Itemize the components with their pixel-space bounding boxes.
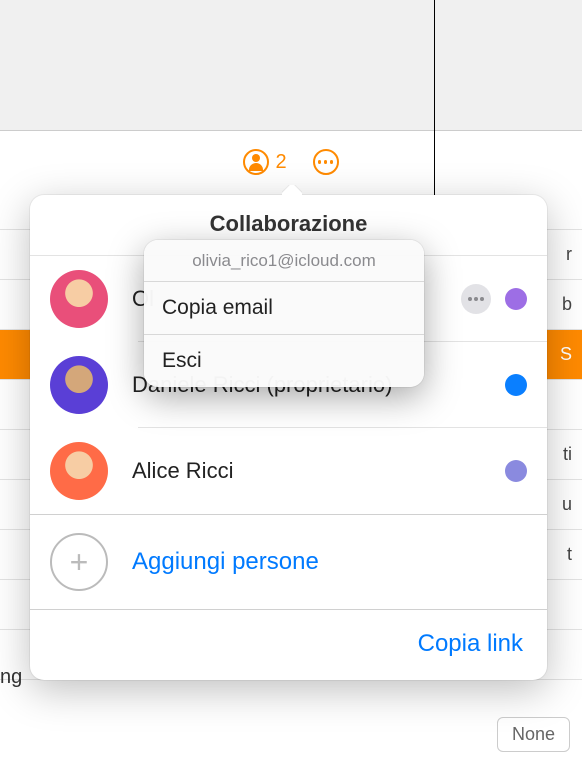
context-menu-copy-email[interactable]: Copia email (144, 282, 424, 335)
add-people-row[interactable]: + Aggiungi persone (30, 514, 547, 610)
person-circle-icon (243, 149, 269, 175)
bg-left-text: ng (0, 666, 22, 689)
avatar (50, 356, 108, 414)
collab-count: 2 (275, 151, 286, 174)
color-indicator (505, 374, 527, 396)
collaboration-button[interactable]: 2 (243, 149, 286, 175)
popover-arrow (282, 185, 302, 195)
context-menu-exit[interactable]: Esci (144, 335, 424, 387)
plus-circle-icon: + (50, 533, 108, 591)
popover-footer: Copia link (30, 610, 547, 680)
more-options-button[interactable] (461, 284, 491, 314)
toolbar: 2 (0, 140, 582, 184)
avatar (50, 442, 108, 500)
participant-name: Alice Ricci (132, 458, 505, 484)
participant-row[interactable]: Alice Ricci (30, 428, 547, 514)
bg-dropdown[interactable]: None (497, 717, 570, 752)
color-indicator (505, 460, 527, 482)
color-indicator (505, 288, 527, 310)
context-menu: olivia_rico1@icloud.com Copia email Esci (144, 240, 424, 387)
more-circle-icon[interactable] (313, 149, 339, 175)
context-menu-email: olivia_rico1@icloud.com (144, 240, 424, 282)
add-people-label: Aggiungi persone (132, 548, 319, 576)
avatar (50, 270, 108, 328)
copy-link-button[interactable]: Copia link (418, 630, 523, 658)
